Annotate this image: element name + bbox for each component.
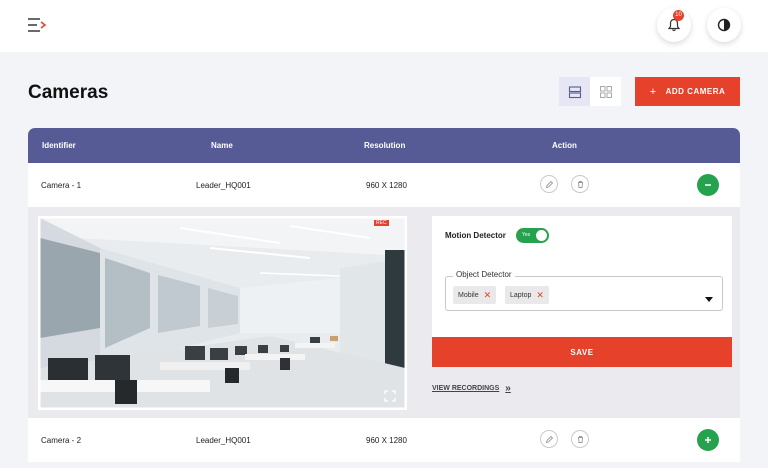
notifications-button[interactable]: 10 xyxy=(657,8,691,42)
view-toggle xyxy=(559,77,621,106)
cell-identifier: Camera - 2 xyxy=(41,436,82,445)
grid-view-button[interactable] xyxy=(590,77,621,106)
list-view-icon xyxy=(568,85,581,98)
recording-badge: REC xyxy=(374,220,389,226)
add-camera-button[interactable]: + ADD CAMERA xyxy=(635,77,740,106)
table-header: Identifier Name Resolution Action xyxy=(28,128,740,163)
motion-detector-label: Motion Detector xyxy=(445,231,506,240)
column-header-action: Action xyxy=(552,141,577,150)
edit-button[interactable] xyxy=(540,175,558,193)
trash-icon xyxy=(577,435,583,443)
delete-button[interactable] xyxy=(571,175,589,193)
theme-toggle-button[interactable] xyxy=(707,8,741,42)
toggle-knob xyxy=(536,230,547,241)
object-tag-mobile: Mobile ✕ xyxy=(453,286,497,304)
minus-icon xyxy=(705,184,711,186)
column-header-resolution: Resolution xyxy=(364,141,406,150)
add-camera-label: ADD CAMERA xyxy=(665,87,726,96)
tag-label: Laptop xyxy=(510,291,532,299)
collapse-row-button[interactable] xyxy=(697,174,719,196)
pencil-icon xyxy=(545,435,553,443)
top-bar: 10 xyxy=(0,0,768,52)
pencil-icon xyxy=(545,180,553,188)
motion-detector-toggle-label: Yes xyxy=(522,232,531,238)
page-title: Cameras xyxy=(28,82,109,103)
tag-label: Mobile xyxy=(458,291,479,299)
cell-identifier: Camera - 1 xyxy=(41,181,82,190)
plus-icon xyxy=(705,437,711,443)
motion-detector-toggle[interactable]: Yes xyxy=(516,228,549,243)
table-row[interactable]: Camera - 2 Leader_HQ001 960 X 1280 xyxy=(28,418,740,462)
remove-tag-icon[interactable]: ✕ xyxy=(484,290,492,301)
remove-tag-icon[interactable]: ✕ xyxy=(536,290,544,301)
view-recordings-label: VIEW RECORDINGS xyxy=(432,385,500,392)
grid-view-icon xyxy=(599,85,612,98)
trash-icon xyxy=(577,180,583,188)
column-header-identifier: Identifier xyxy=(42,141,76,150)
plus-icon: + xyxy=(649,85,657,98)
object-tag-laptop: Laptop ✕ xyxy=(505,286,549,304)
view-recordings-link[interactable]: VIEW RECORDINGS » xyxy=(432,383,511,394)
cell-resolution: 960 X 1280 xyxy=(366,436,407,445)
list-view-button[interactable] xyxy=(559,77,590,106)
edit-button[interactable] xyxy=(540,430,558,448)
table-row[interactable]: Camera - 1 Leader_HQ001 960 X 1280 xyxy=(28,163,740,207)
dropdown-caret-icon[interactable] xyxy=(705,290,713,308)
cell-resolution: 960 X 1280 xyxy=(366,181,407,190)
cell-name: Leader_HQ001 xyxy=(196,181,251,190)
fullscreen-icon[interactable] xyxy=(384,389,396,407)
save-button[interactable]: SAVE xyxy=(432,337,732,367)
menu-toggle-icon[interactable] xyxy=(26,16,50,34)
office-scene-image xyxy=(40,218,405,408)
theme-toggle-icon xyxy=(717,18,731,32)
column-header-name: Name xyxy=(211,141,233,150)
cell-name: Leader_HQ001 xyxy=(196,436,251,445)
notification-badge: 10 xyxy=(673,10,684,21)
object-detector-label: Object Detector xyxy=(453,270,515,279)
camera-feed[interactable] xyxy=(38,216,407,410)
expand-row-button[interactable] xyxy=(697,429,719,451)
double-chevron-right-icon: » xyxy=(505,383,511,394)
delete-button[interactable] xyxy=(571,430,589,448)
